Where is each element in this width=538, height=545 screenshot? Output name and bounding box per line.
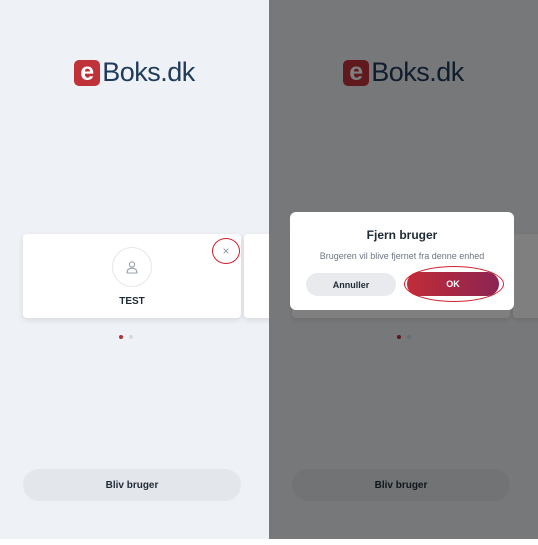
- right-screen: e Boks.dk Bliv bruger Fjern bruger Bruge…: [269, 0, 538, 539]
- remove-user-button[interactable]: ×: [212, 238, 240, 264]
- logo-mark: e: [74, 59, 101, 86]
- left-screen: e Boks.dk TEST × Bliv bruger: [0, 0, 269, 539]
- logo-text: Boks.dk: [102, 57, 195, 87]
- remove-user-dialog: Fjern bruger Brugeren vil blive fjernet …: [290, 212, 514, 310]
- user-card[interactable]: TEST: [23, 234, 241, 318]
- page-dot: [128, 335, 133, 339]
- cancel-button[interactable]: Annuller: [306, 273, 396, 296]
- user-name: TEST: [119, 296, 145, 307]
- next-user-card[interactable]: [244, 234, 269, 318]
- ok-button[interactable]: OK: [407, 272, 499, 296]
- user-icon: [112, 247, 152, 287]
- close-icon: ×: [222, 244, 230, 258]
- page-dot-active: [118, 335, 123, 339]
- dialog-title: Fjern bruger: [366, 228, 438, 242]
- signup-button[interactable]: Bliv bruger: [23, 469, 241, 501]
- dialog-message: Brugeren vil blive fjernet fra denne enh…: [319, 251, 485, 261]
- eboks-logo: e Boks.dk: [0, 57, 269, 88]
- pagination-dots: [0, 335, 260, 339]
